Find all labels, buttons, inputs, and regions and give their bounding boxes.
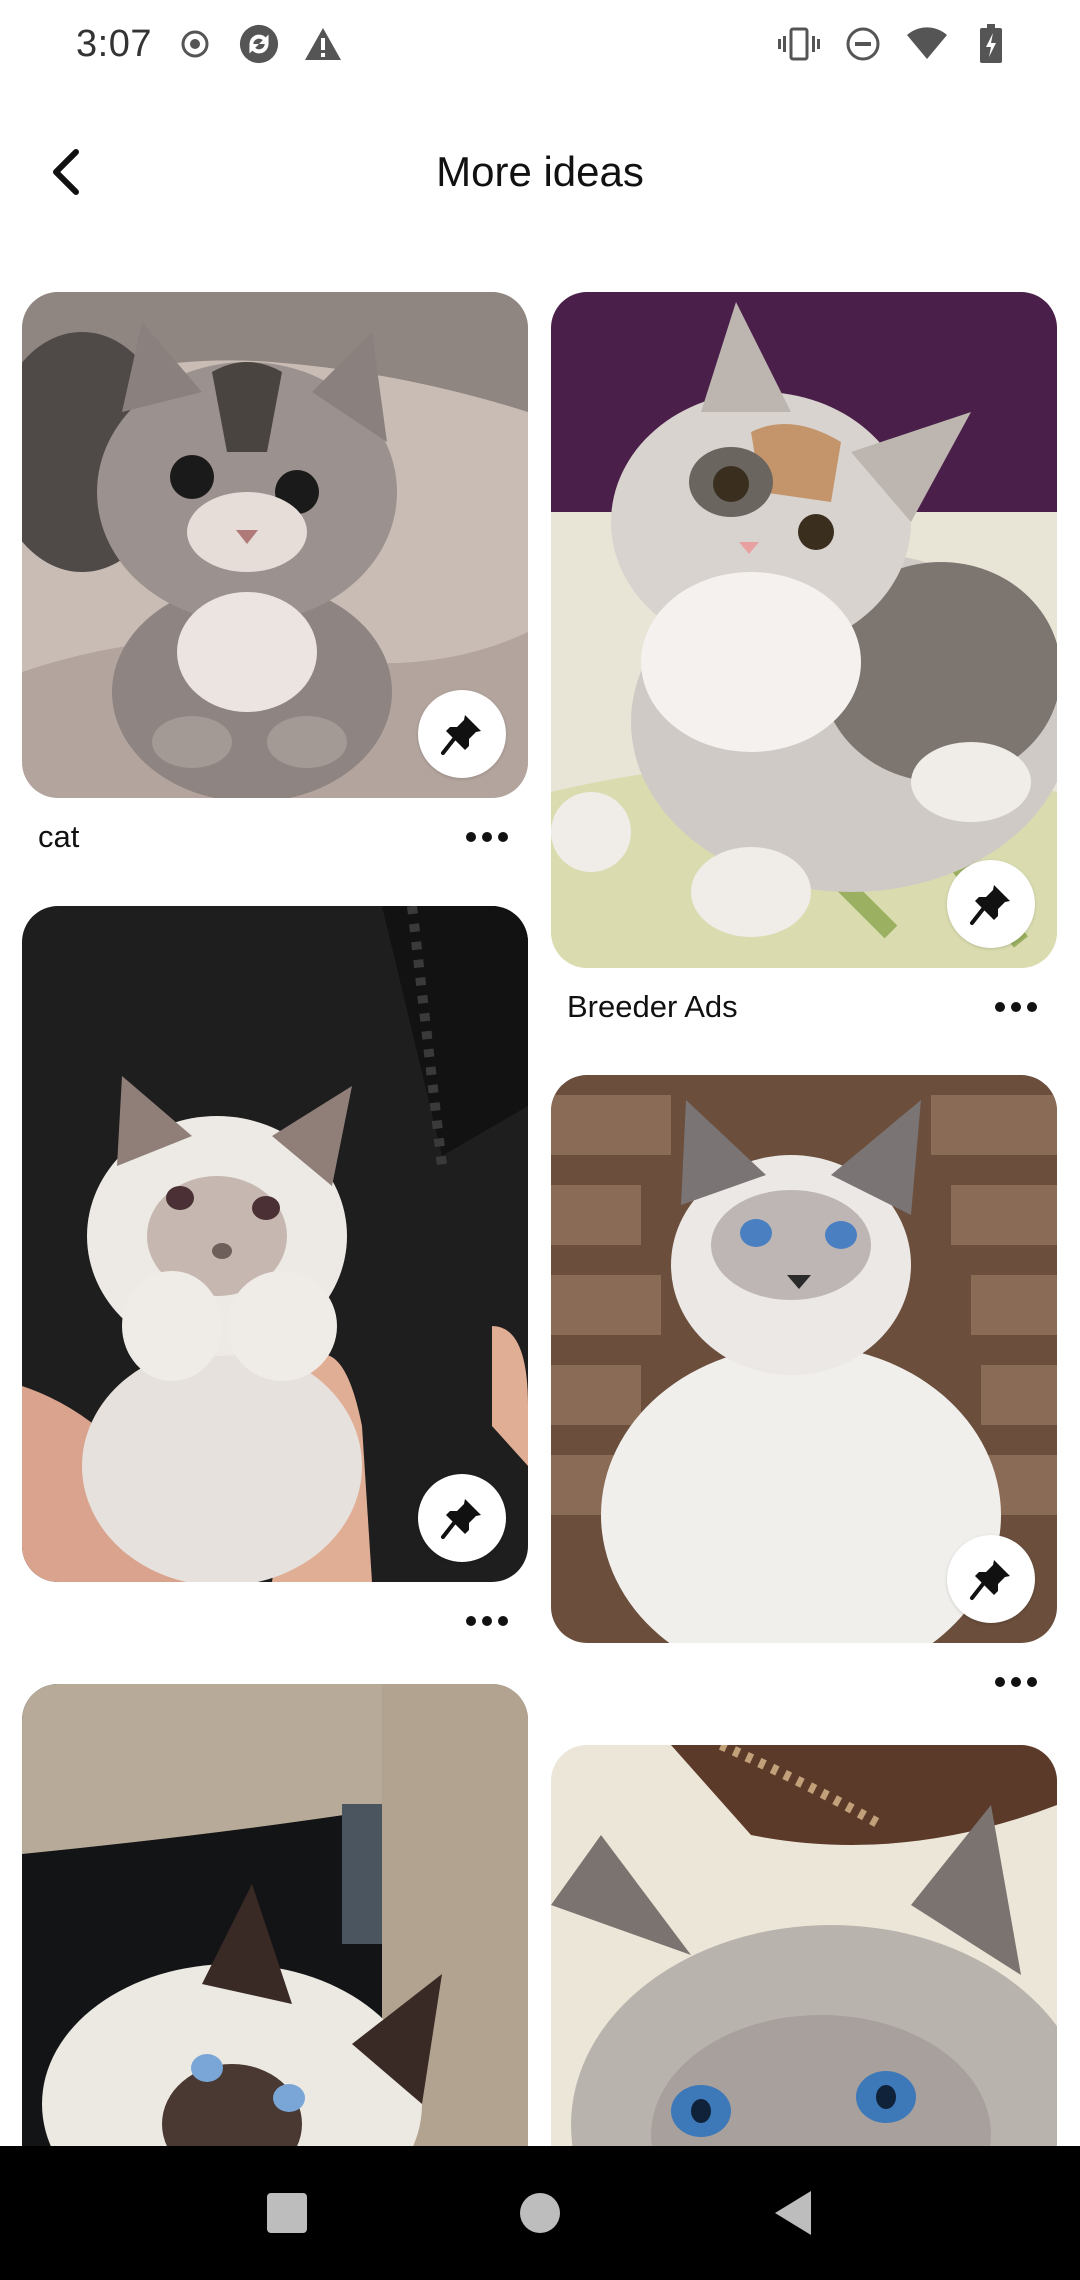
more-options-button[interactable] — [991, 1667, 1041, 1697]
pin-title: cat — [38, 819, 80, 854]
warning-icon — [302, 23, 344, 65]
more-options-button[interactable] — [462, 1606, 512, 1636]
save-pin-button[interactable] — [418, 1474, 506, 1562]
chevron-left-icon — [53, 149, 79, 195]
app-header: More ideas — [0, 120, 1080, 224]
home-button[interactable] — [500, 2173, 580, 2253]
pin-footer: Breeder Ads — [551, 968, 1057, 1046]
pin-footer — [22, 1582, 528, 1660]
status-left: 3:07 — [76, 23, 344, 66]
more-horizontal-icon — [995, 1677, 1005, 1687]
more-horizontal-icon — [466, 1616, 476, 1626]
more-options-button[interactable] — [991, 992, 1041, 1022]
pin-card — [551, 1745, 1057, 2185]
recents-square-icon — [266, 2193, 307, 2233]
pushpin-icon — [441, 715, 481, 755]
wifi-icon — [906, 23, 948, 65]
pin-image[interactable] — [22, 906, 528, 1582]
vibrate-icon — [778, 23, 820, 65]
status-time: 3:07 — [76, 22, 152, 65]
pushpin-icon — [441, 1499, 481, 1539]
system-nav-bar — [0, 2146, 1080, 2280]
pin-title: Breeder Ads — [567, 989, 738, 1024]
do-not-disturb-icon — [842, 23, 884, 65]
recents-button[interactable] — [247, 2173, 327, 2253]
save-pin-button[interactable] — [947, 1535, 1035, 1623]
pushpin-icon — [970, 1560, 1010, 1600]
pin-card: cat — [22, 292, 528, 876]
more-horizontal-icon — [995, 1002, 1005, 1012]
back-button[interactable] — [30, 136, 102, 208]
pin-image[interactable] — [551, 1745, 1057, 2185]
pin-image[interactable] — [22, 1684, 528, 2184]
kitten-photo — [22, 1684, 528, 2184]
pin-image[interactable] — [551, 292, 1057, 968]
home-circle-icon — [519, 2193, 560, 2233]
back-triangle-icon — [775, 2191, 812, 2235]
save-pin-button[interactable] — [947, 860, 1035, 948]
page-title: More ideas — [436, 148, 644, 195]
back-nav-button[interactable] — [753, 2173, 833, 2253]
status-right — [778, 23, 1012, 65]
pin-card: Breeder Ads — [551, 292, 1057, 1046]
pin-footer: cat — [22, 798, 528, 876]
pushpin-icon — [970, 885, 1010, 925]
pin-card — [551, 1075, 1057, 1721]
save-pin-button[interactable] — [418, 690, 506, 778]
cat-photo — [551, 1745, 1057, 2185]
pin-card — [22, 1684, 528, 2184]
pin-footer — [551, 1643, 1057, 1721]
pin-image[interactable] — [22, 292, 528, 798]
status-bar: 3:07 — [0, 0, 1080, 88]
sync-icon — [238, 23, 280, 65]
pin-image[interactable] — [551, 1075, 1057, 1643]
more-horizontal-icon — [466, 832, 476, 842]
more-options-button[interactable] — [462, 822, 512, 852]
battery-charging-icon — [970, 23, 1012, 65]
pin-card — [22, 906, 528, 1660]
record-icon — [174, 23, 216, 65]
